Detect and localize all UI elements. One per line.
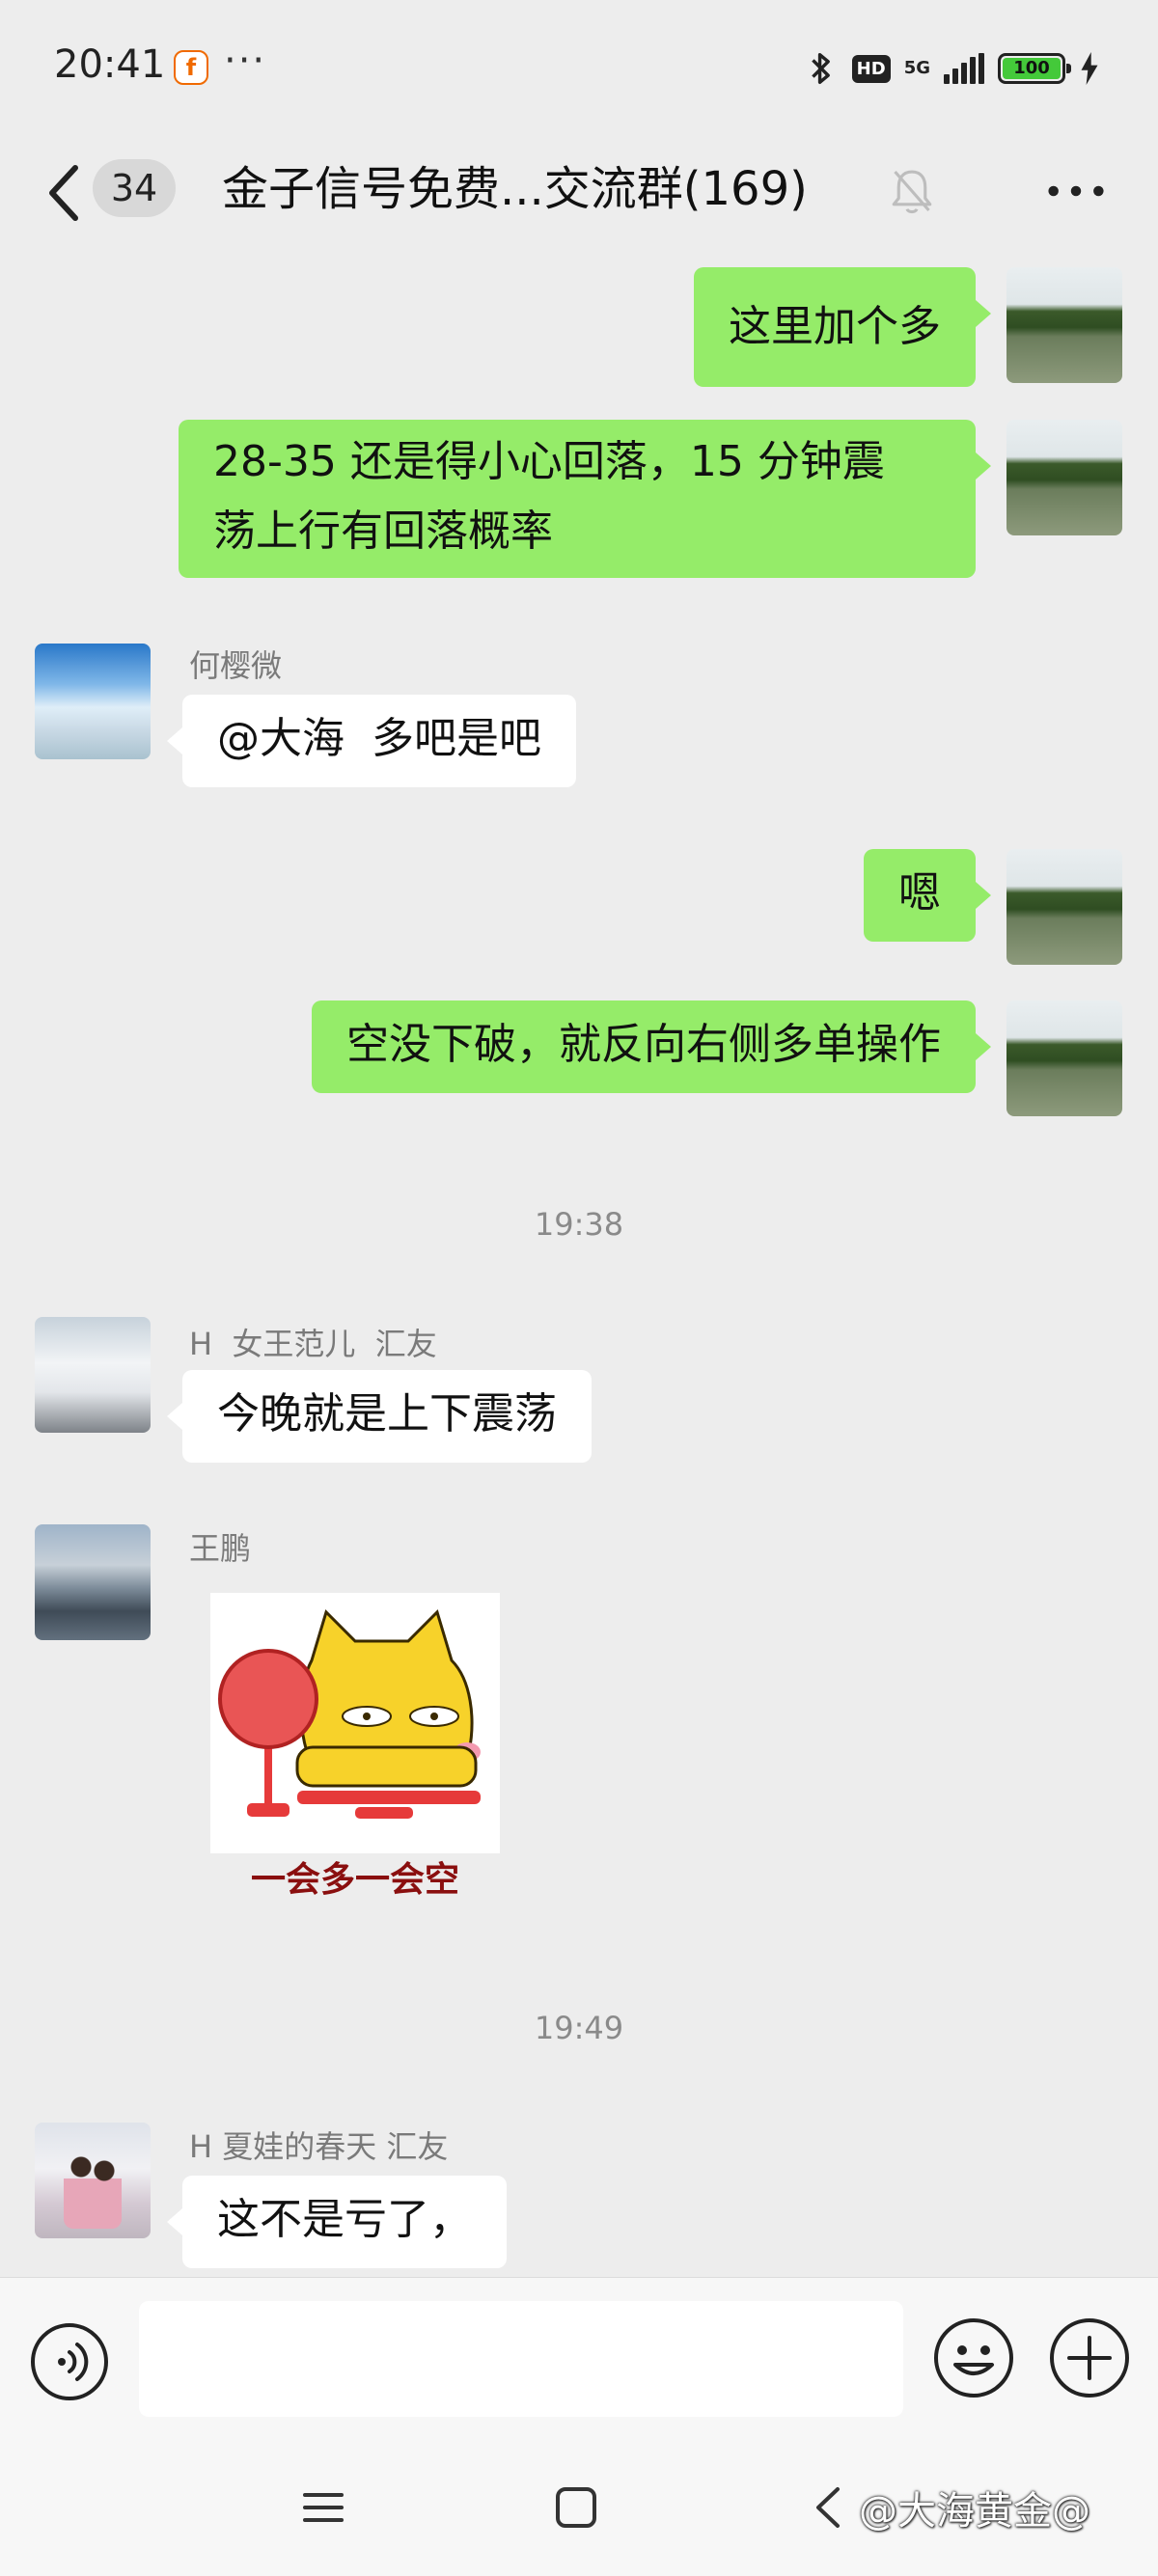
avatar[interactable]: [35, 644, 151, 759]
chat-message-list[interactable]: 这里加个多 28-35 还是得小心回落，15 分钟震 荡上行有回落概率 何樱微 …: [0, 251, 1158, 2277]
message-text-line: 28-35 还是得小心回落，15 分钟震: [213, 437, 885, 486]
message-text-line: 荡上行有回落概率: [213, 507, 553, 556]
message-text: 这里加个多: [729, 302, 941, 351]
chevron-left-icon: [49, 165, 78, 221]
home-icon[interactable]: [552, 2483, 600, 2532]
sticker-caption: 一会多一会空: [250, 1860, 459, 1900]
hd-badge: HD: [851, 54, 891, 83]
watermark: @大海黄金@: [859, 2489, 1090, 2534]
app-notification-icon: f: [174, 50, 208, 85]
message-text: 嗯: [898, 868, 941, 918]
message-bubble[interactable]: 空没下破，就反向右侧多单操作: [312, 1000, 991, 1093]
avatar[interactable]: [1006, 1000, 1122, 1116]
battery-icon: 100: [998, 53, 1071, 84]
cat-sticker-image: [210, 1593, 500, 1853]
recent-apps-icon[interactable]: [299, 2483, 347, 2532]
chat-title[interactable]: 金子信号免费...交流群(169): [222, 154, 840, 224]
timestamp: 19:38: [534, 1206, 624, 1243]
status-bar: 20:41 f ··· HD 5G 100: [0, 0, 1158, 135]
network-type: 5G: [903, 58, 930, 78]
unread-count-badge[interactable]: 34: [93, 159, 176, 217]
mute-bell-icon: [892, 170, 932, 214]
message-bubble[interactable]: 这里加个多: [694, 267, 991, 387]
sender-name: 何樱微: [189, 647, 283, 684]
bluetooth-icon: [811, 53, 830, 84]
battery-level: 100: [1003, 58, 1061, 79]
avatar[interactable]: [1006, 420, 1122, 535]
status-indicators: HD 5G 100: [804, 46, 1100, 91]
sender-name: H 夏娃的春天 汇友: [189, 2128, 449, 2165]
message-text: 这不是亏了，: [217, 2195, 472, 2244]
avatar[interactable]: [1006, 849, 1122, 965]
charging-icon: [1081, 52, 1098, 85]
message-text-field[interactable]: [139, 2301, 903, 2417]
emoji-icon[interactable]: [932, 2316, 1015, 2399]
nav-back-icon[interactable]: [809, 2483, 847, 2532]
system-navigation-bar: @大海黄金@: [0, 2441, 1158, 2576]
avatar[interactable]: [35, 2123, 151, 2238]
avatar[interactable]: [35, 1524, 151, 1640]
sender-name: H 女王范儿 汇友: [189, 1326, 437, 1362]
timestamp: 19:49: [534, 2010, 624, 2046]
signal-icon: [944, 53, 984, 84]
message-bubble[interactable]: 嗯: [864, 849, 991, 942]
more-options-icon[interactable]: [1042, 164, 1110, 218]
sticker-message[interactable]: 一会多一会空: [210, 1593, 500, 1911]
voice-input-icon[interactable]: [29, 2321, 110, 2402]
add-attachment-icon[interactable]: [1048, 2316, 1131, 2399]
message-bubble[interactable]: @大海 多吧是吧: [167, 695, 576, 787]
message-bubble[interactable]: 28-35 还是得小心回落，15 分钟震 荡上行有回落概率: [179, 420, 991, 578]
message-bubble[interactable]: 今晚就是上下震荡: [167, 1370, 592, 1463]
sender-name: 王鹏: [189, 1530, 252, 1567]
avatar[interactable]: [35, 1317, 151, 1433]
message-bubble[interactable]: 这不是亏了，: [167, 2176, 507, 2268]
overflow-dots: ···: [224, 39, 267, 83]
message-input-bar: [0, 2277, 1158, 2441]
chat-header: 34 金子信号免费...交流群(169): [0, 135, 1158, 251]
message-text: 今晚就是上下震荡: [217, 1389, 557, 1439]
status-time: 20:41: [54, 42, 166, 87]
message-text: 空没下破，就反向右侧多单操作: [346, 1020, 941, 1069]
message-text: @大海 多吧是吧: [217, 714, 541, 763]
avatar[interactable]: [1006, 267, 1122, 383]
